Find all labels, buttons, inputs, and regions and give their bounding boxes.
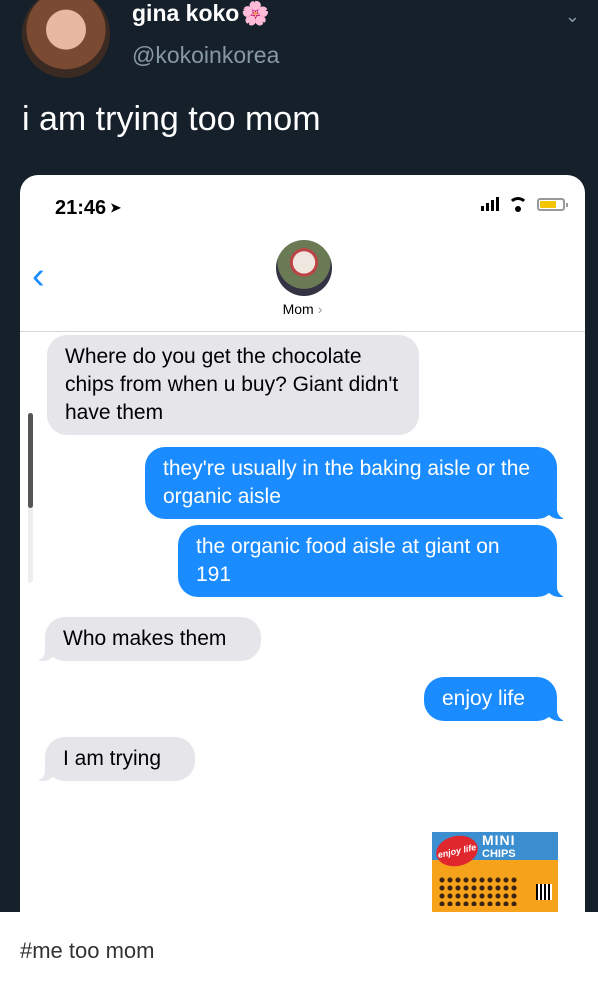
caption: #me too mom bbox=[20, 938, 155, 963]
chocolate-chips-graphic bbox=[438, 876, 518, 906]
imessage-screenshot: 21:46 ➤ ‹ Mom › Where do you get the choco… bbox=[20, 175, 585, 912]
message-bubble-outgoing: the organic food aisle at giant on 191 bbox=[178, 525, 567, 597]
tweet-text: i am trying too mom bbox=[22, 100, 321, 138]
message-bubble-incoming: Where do you get the chocolate chips fro… bbox=[47, 335, 419, 435]
cherry-blossom-icon: 🌸 bbox=[241, 0, 270, 26]
status-icons bbox=[481, 197, 568, 212]
message-bubble-incoming: Who makes them bbox=[35, 617, 261, 661]
status-time: 21:46 ➤ bbox=[55, 197, 122, 219]
display-name[interactable]: gina koko🌸 bbox=[132, 0, 270, 27]
chevron-right-icon: › bbox=[317, 301, 323, 317]
contact-name[interactable]: Mom › bbox=[20, 301, 585, 317]
battery-icon bbox=[537, 197, 568, 211]
profile-avatar[interactable] bbox=[22, 0, 110, 78]
scrollbar-thumb[interactable] bbox=[28, 413, 33, 508]
contact-avatar[interactable] bbox=[276, 240, 332, 296]
message-bubble-outgoing: enjoy life bbox=[424, 677, 567, 721]
chevron-down-icon[interactable]: ⌄ bbox=[565, 6, 580, 27]
message-bubble-outgoing: they're usually in the baking aisle or t… bbox=[145, 447, 567, 519]
user-handle[interactable]: @kokoinkorea bbox=[132, 42, 279, 69]
message-bubble-incoming: I am trying bbox=[35, 737, 195, 781]
tweet-card: gina koko🌸 @kokoinkorea ⌄ i am trying to… bbox=[0, 0, 598, 912]
location-arrow-icon: ➤ bbox=[110, 200, 122, 215]
barcode-icon bbox=[536, 884, 552, 900]
product-image-attachment[interactable]: enjoy life MINI CHIPS semi-sweet bbox=[432, 832, 558, 912]
cellular-signal-icon bbox=[481, 197, 499, 211]
back-chevron-icon[interactable]: ‹ bbox=[32, 257, 45, 295]
header-divider bbox=[20, 331, 585, 332]
product-subtitle: CHIPS bbox=[482, 848, 516, 860]
wifi-icon bbox=[507, 197, 529, 212]
product-title: MINI bbox=[482, 832, 516, 848]
